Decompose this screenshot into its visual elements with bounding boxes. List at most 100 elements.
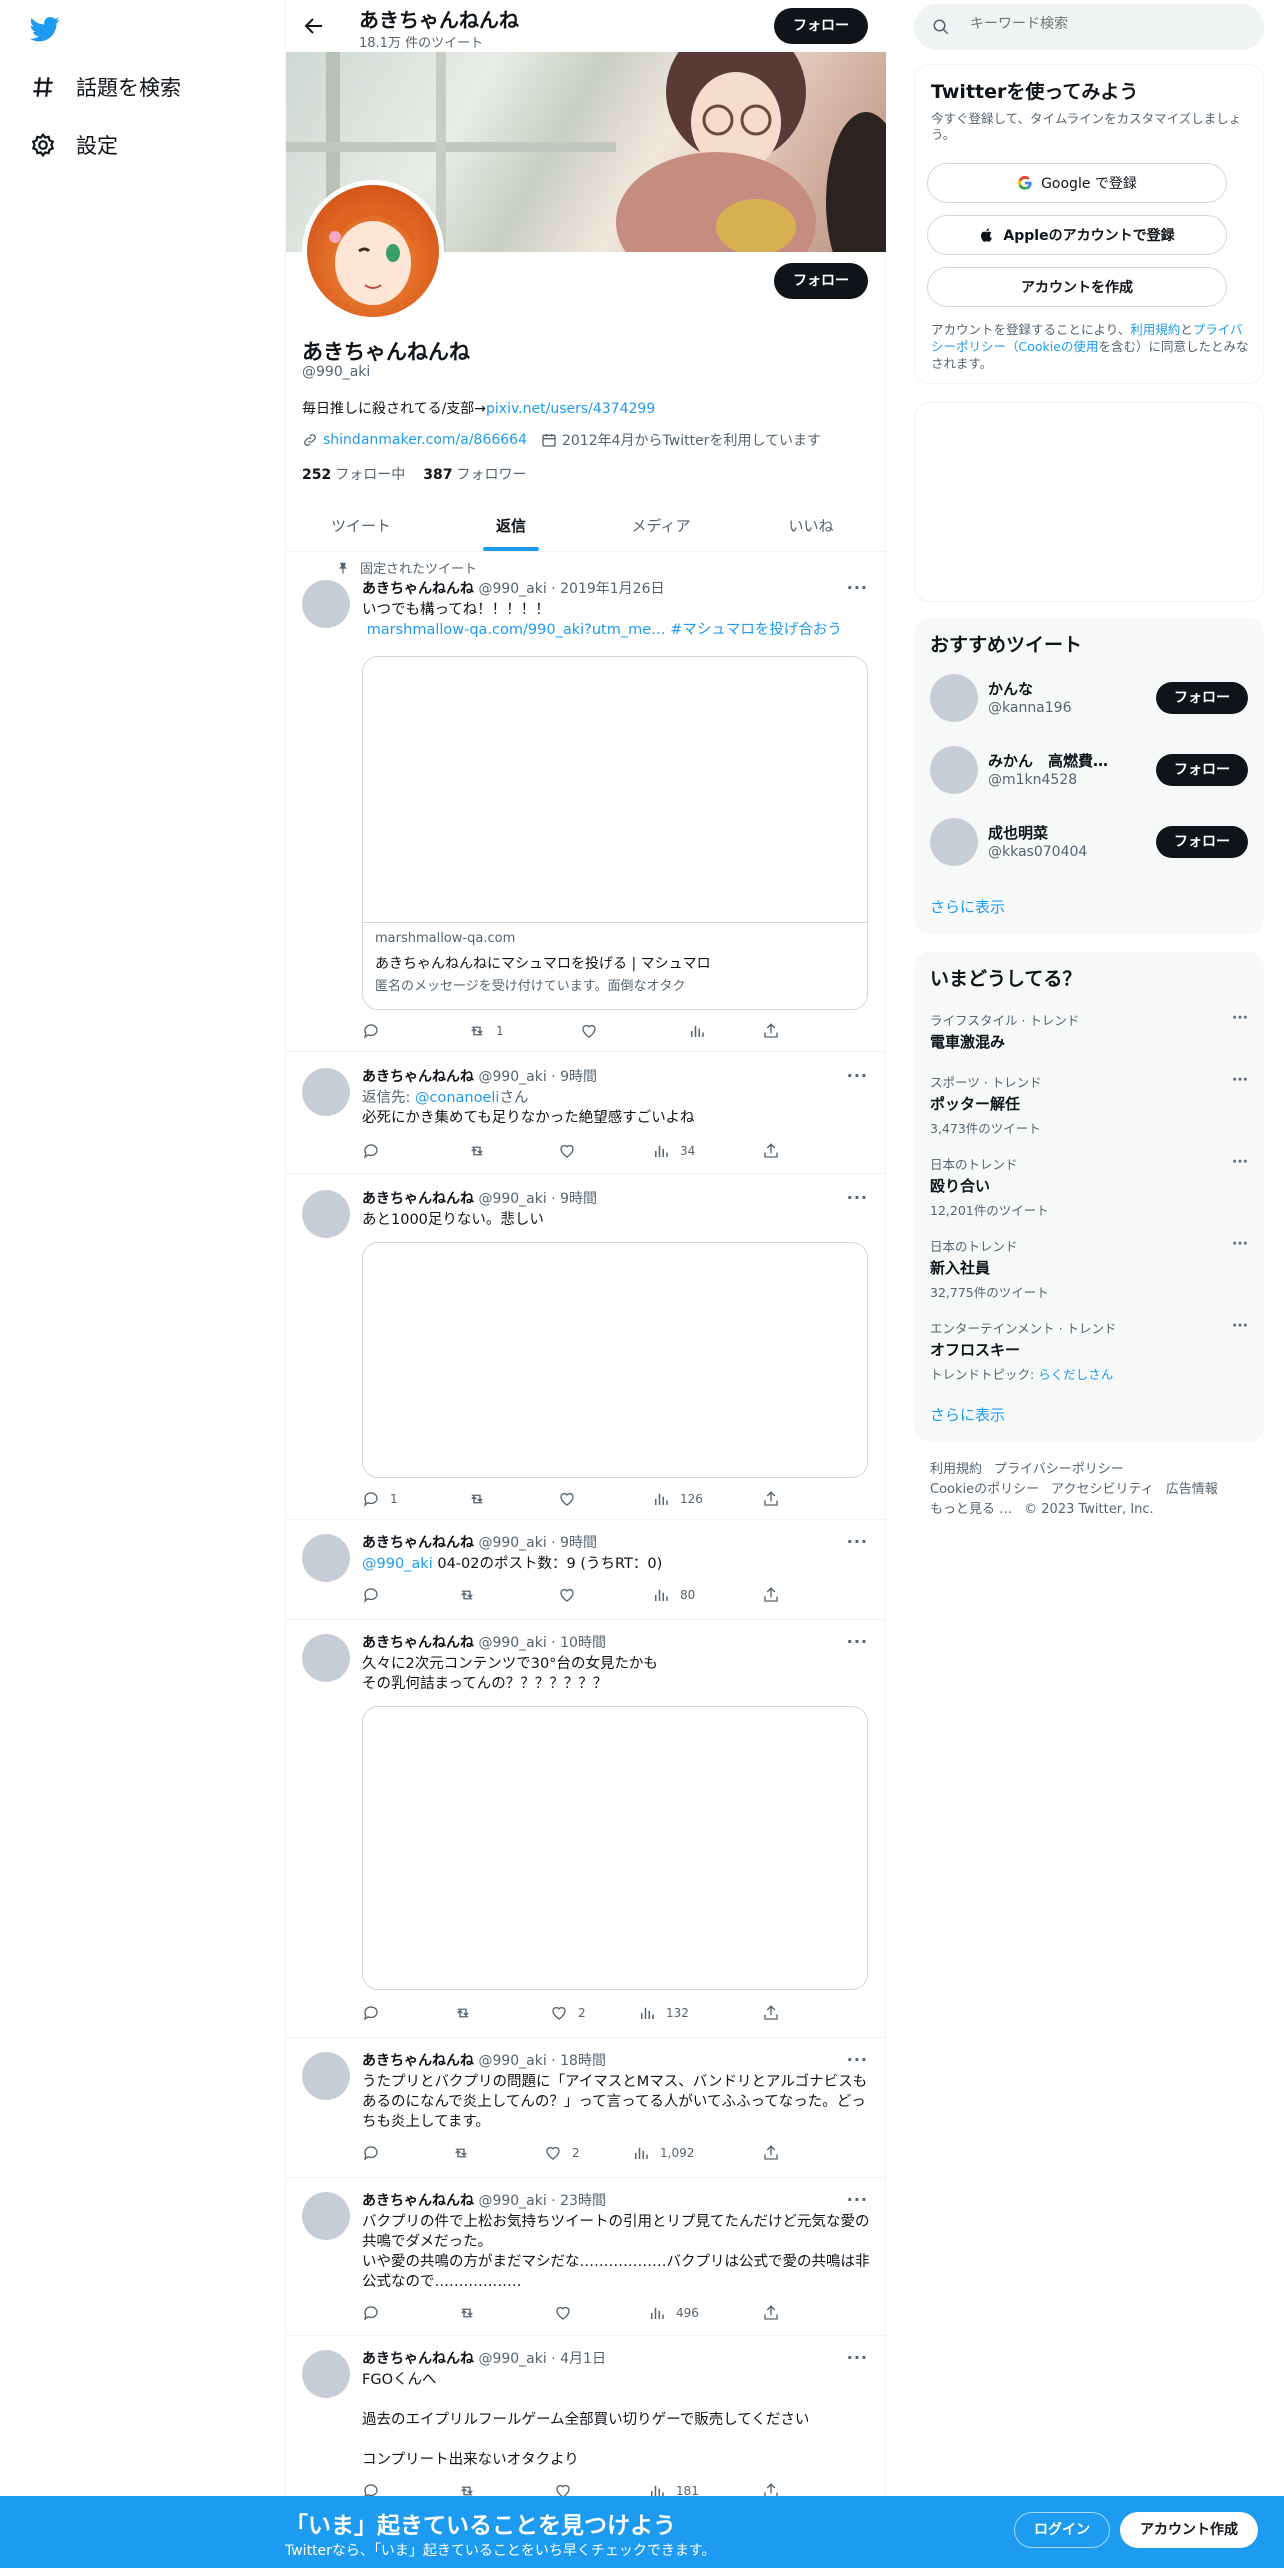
trend-item[interactable]: ライフスタイル · トレンド 電車激混み ··· xyxy=(930,1010,1248,1052)
tweet[interactable]: あきちゃんねんね @990_aki · 18時間 ··· うたプリとバクプリの問… xyxy=(286,2038,886,2178)
tweet-author[interactable]: あきちゃんねんね xyxy=(362,2053,474,2069)
trend-item[interactable]: 日本のトレンド 殴り合い 12,201件のツイート ··· xyxy=(930,1154,1248,1219)
like-button[interactable]: 2 xyxy=(550,2004,586,2022)
header-follow-button[interactable]: フォロー xyxy=(774,8,868,44)
tweet-author[interactable]: あきちゃんねんね xyxy=(362,1191,474,1207)
show-more-link[interactable]: さらに表示 xyxy=(930,1404,1005,1425)
footer-link[interactable]: Cookieのポリシー xyxy=(930,1482,1039,1497)
user-name[interactable]: みかん 高燃費… xyxy=(988,750,1108,771)
twitter-bird-icon[interactable] xyxy=(28,14,62,44)
views-button[interactable]: 80 xyxy=(652,1586,695,1604)
views-button[interactable]: 132 xyxy=(638,2004,689,2022)
following-stat[interactable]: 252 フォロー中 xyxy=(302,464,405,484)
footer-link[interactable]: アクセシビリティ xyxy=(1051,1482,1154,1497)
tweet[interactable]: あきちゃんねんね @990_aki · 9時間 ··· あと1000足りない。悲… xyxy=(286,1174,886,1520)
tweet-time[interactable]: 9時間 xyxy=(560,1535,597,1551)
recommended-user[interactable]: かんな @kanna196 フォロー xyxy=(930,674,1248,722)
mention-link[interactable]: @990_aki xyxy=(362,1556,433,1572)
tweet-avatar[interactable] xyxy=(302,580,350,628)
footer-link[interactable]: 広告情報 xyxy=(1166,1482,1218,1497)
tweet-avatar[interactable] xyxy=(302,1190,350,1238)
more-icon[interactable]: ··· xyxy=(847,578,868,597)
more-icon[interactable]: ··· xyxy=(1232,1010,1248,1026)
trend-item[interactable]: エンターテインメント · トレンド オフロスキー トレンドトピック: らくだしさ… xyxy=(930,1318,1248,1383)
retweet-button[interactable]: 1 xyxy=(468,1022,504,1040)
reply-button[interactable] xyxy=(362,1022,390,1040)
follow-button[interactable]: フォロー xyxy=(1156,754,1248,786)
tweet-author[interactable]: あきちゃんねんね xyxy=(362,1635,474,1651)
more-icon[interactable]: ··· xyxy=(1232,1236,1248,1252)
tweet-avatar[interactable] xyxy=(302,2350,350,2398)
show-more-link[interactable]: さらに表示 xyxy=(930,896,1005,917)
user-name[interactable]: 成也明菜 xyxy=(988,822,1048,843)
tweet-time[interactable]: 10時間 xyxy=(560,1635,606,1651)
footer-link[interactable]: 利用規約 xyxy=(930,1462,982,1477)
link-card[interactable]: marshmallow-qa.com あきちゃんねんねにマシュマロを投げる | … xyxy=(362,656,868,1010)
more-icon[interactable]: ··· xyxy=(1232,1154,1248,1170)
share-button[interactable] xyxy=(762,1142,780,1160)
tab-media[interactable]: メディア xyxy=(586,500,736,551)
tab-replies[interactable]: 返信 xyxy=(436,500,586,551)
share-button[interactable] xyxy=(762,1490,780,1508)
tweet-avatar[interactable] xyxy=(302,1068,350,1116)
retweet-button[interactable] xyxy=(458,1586,486,1604)
tweet-time[interactable]: 9時間 xyxy=(560,1191,597,1207)
reply-button[interactable] xyxy=(362,1142,390,1160)
tweet[interactable]: あきちゃんねんね @990_aki · 2019年1月26日 ··· いつでも構… xyxy=(286,576,886,1052)
more-icon[interactable]: ··· xyxy=(847,2348,868,2367)
tweet-avatar[interactable] xyxy=(302,1634,350,1682)
tweet-avatar[interactable] xyxy=(302,2192,350,2240)
reply-button[interactable] xyxy=(362,2004,390,2022)
reply-to-link[interactable]: @conanoeli xyxy=(415,1090,499,1106)
retweet-button[interactable] xyxy=(468,1490,496,1508)
more-icon[interactable]: ··· xyxy=(847,1188,868,1207)
share-button[interactable] xyxy=(762,1022,780,1040)
retweet-button[interactable] xyxy=(454,2004,482,2022)
back-arrow-icon[interactable] xyxy=(302,14,326,38)
tweet-avatar[interactable] xyxy=(302,1534,350,1582)
reply-button[interactable] xyxy=(362,2304,390,2322)
tweet[interactable]: あきちゃんねんね @990_aki · 10時間 ··· 久々に2次元コンテンツ… xyxy=(286,1620,886,2038)
bio-link[interactable]: pixiv.net/users/4374299 xyxy=(486,401,655,417)
tweet-time[interactable]: 18時間 xyxy=(560,2053,606,2069)
recommended-user[interactable]: みかん 高燃費… @m1kn4528 フォロー xyxy=(930,746,1248,794)
avatar[interactable] xyxy=(930,674,978,722)
tweet-time[interactable]: 2019年1月26日 xyxy=(560,581,664,597)
tweet[interactable]: あきちゃんねんね @990_aki · 9時間 ··· @990_aki 04-… xyxy=(286,1520,886,1620)
tweet-author[interactable]: あきちゃんねんね xyxy=(362,2351,474,2367)
follow-button[interactable]: フォロー xyxy=(1156,826,1248,858)
share-button[interactable] xyxy=(762,2304,780,2322)
like-button[interactable] xyxy=(558,1490,586,1508)
followers-stat[interactable]: 387 フォロワー xyxy=(423,464,526,484)
login-button[interactable]: ログイン xyxy=(1014,2512,1110,2548)
retweet-button[interactable] xyxy=(468,1142,496,1160)
nav-explore[interactable]: 話題を検索 xyxy=(30,72,181,102)
reply-button[interactable]: 1 xyxy=(362,1490,398,1508)
footer-link[interactable]: プライバシーポリシー xyxy=(994,1462,1124,1477)
more-icon[interactable]: ··· xyxy=(847,2190,868,2209)
tweet-author[interactable]: あきちゃんねんね xyxy=(362,1535,474,1551)
recommended-user[interactable]: 成也明菜 @kkas070404 フォロー xyxy=(930,818,1248,866)
like-button[interactable] xyxy=(558,1142,586,1160)
views-button[interactable] xyxy=(688,1022,716,1040)
tweet-media[interactable] xyxy=(362,1242,868,1478)
more-icon[interactable]: ··· xyxy=(847,1532,868,1551)
tweet[interactable]: あきちゃんねんね @990_aki · 23時間 ··· バクプリの件で上松お気… xyxy=(286,2178,886,2336)
terms-link[interactable]: 利用規約 xyxy=(1130,322,1180,337)
share-button[interactable] xyxy=(762,2004,780,2022)
reply-button[interactable] xyxy=(362,2144,390,2162)
more-icon[interactable]: ··· xyxy=(1232,1318,1248,1334)
views-button[interactable]: 496 xyxy=(648,2304,699,2322)
user-name[interactable]: かんな xyxy=(988,678,1033,699)
tweet-author[interactable]: あきちゃんねんね xyxy=(362,2193,474,2209)
tab-tweets[interactable]: ツイート xyxy=(286,500,436,551)
tweet-time[interactable]: 4月1日 xyxy=(560,2351,606,2367)
tweet-author[interactable]: あきちゃんねんね xyxy=(362,1069,474,1085)
tweet-link[interactable]: marshmallow-qa.com/990_aki?utm_me… xyxy=(362,622,666,638)
search-input[interactable] xyxy=(970,16,1240,32)
trend-topic-link[interactable]: らくだしさん xyxy=(1038,1367,1113,1382)
like-button[interactable] xyxy=(558,1586,586,1604)
tweet-author[interactable]: あきちゃんねんね xyxy=(362,581,474,597)
avatar[interactable] xyxy=(930,746,978,794)
like-button[interactable] xyxy=(554,2304,582,2322)
